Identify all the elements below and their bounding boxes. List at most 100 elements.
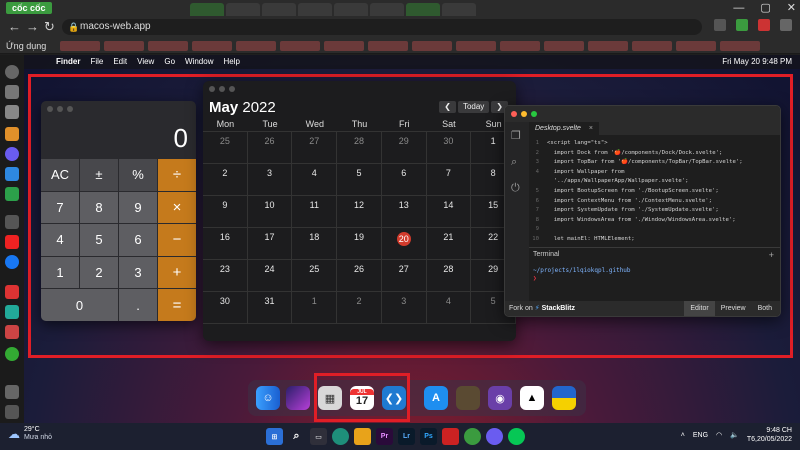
lightroom-icon[interactable]: Lr <box>398 428 415 445</box>
browser-tab[interactable] <box>298 3 332 16</box>
bookmark-item[interactable] <box>280 41 320 51</box>
key-clear[interactable]: AC <box>41 159 79 191</box>
key-2[interactable]: 2 <box>80 256 118 289</box>
weather-widget[interactable]: ☁ 29°C Mưa nhỏ <box>8 426 52 442</box>
key-divide[interactable]: ÷ <box>158 159 196 191</box>
calendar-day[interactable]: 10 <box>247 196 293 228</box>
close-button[interactable]: ✕ <box>787 0 796 16</box>
bookmark-item[interactable] <box>588 41 628 51</box>
files-icon[interactable]: ❐ <box>511 130 523 142</box>
add-icon[interactable] <box>5 215 19 229</box>
lang-indicator[interactable]: ENG <box>693 432 708 439</box>
menu-icon[interactable] <box>780 19 792 31</box>
bookmark-item[interactable] <box>456 41 496 51</box>
history-icon[interactable] <box>5 85 19 99</box>
calendar-day[interactable]: 31 <box>247 292 293 324</box>
bookmark-apps[interactable]: Ứng dụng <box>6 38 46 54</box>
zoom-dot-icon[interactable] <box>531 111 537 117</box>
url-input[interactable]: 🔒 macos-web.app <box>62 19 702 35</box>
volume-icon[interactable]: 🔈 <box>730 431 739 439</box>
today-button[interactable]: Today <box>457 101 490 113</box>
calendar-day[interactable]: 4 <box>426 292 472 324</box>
messenger-icon[interactable] <box>5 147 19 161</box>
taskbar-clock[interactable]: 9:48 CH T6,20/05/2022 <box>747 426 792 444</box>
github-icon[interactable]: ◉ <box>488 386 512 410</box>
key-4[interactable]: 4 <box>41 224 79 256</box>
menu-window[interactable]: Window <box>185 55 213 69</box>
calendar-day[interactable]: 2 <box>203 164 248 196</box>
calendar-day[interactable]: 25 <box>292 260 338 292</box>
key-8[interactable]: 8 <box>80 191 118 224</box>
cat-app-icon[interactable] <box>456 386 480 410</box>
code-area[interactable]: 1 <script lang="ts"> 2 import Dock from '🍎… <box>529 139 780 247</box>
calendar-day[interactable]: 14 <box>426 196 472 228</box>
appstore-icon[interactable]: A <box>424 386 448 410</box>
browser-tab[interactable] <box>442 3 476 16</box>
browser-tab[interactable] <box>262 3 296 16</box>
bookmark-item[interactable] <box>236 41 276 51</box>
key-1[interactable]: 1 <box>41 256 79 289</box>
finder-icon[interactable]: ☺ <box>256 386 280 410</box>
view-editor-button[interactable]: Editor <box>684 301 715 316</box>
back-arrow-icon[interactable]: ← <box>8 18 21 36</box>
game-icon[interactable] <box>5 187 19 201</box>
bookmark-item[interactable] <box>368 41 408 51</box>
key-5[interactable]: 5 <box>80 224 118 256</box>
calendar-day[interactable]: 28 <box>426 260 472 292</box>
key-multiply[interactable]: × <box>158 191 196 224</box>
menu-go[interactable]: Go <box>164 55 175 69</box>
browser-tab[interactable] <box>190 3 224 16</box>
calendar-day[interactable]: 7 <box>426 164 472 196</box>
ukraine-flag-icon[interactable] <box>552 386 576 410</box>
calendar-day[interactable]: 27 <box>292 132 338 164</box>
bookmark-item[interactable] <box>60 41 100 51</box>
search-icon[interactable]: ⌕ <box>288 428 305 445</box>
translate-icon[interactable] <box>714 19 726 31</box>
calendar-day[interactable]: 13 <box>381 196 427 228</box>
minimize-dot-icon[interactable] <box>219 86 225 92</box>
minimize-button[interactable]: — <box>733 0 744 16</box>
editor-titlebar[interactable] <box>505 106 780 122</box>
messenger-icon[interactable] <box>486 428 503 445</box>
more-icon[interactable] <box>5 405 19 419</box>
calendar-day[interactable]: 1 <box>292 292 338 324</box>
wifi-icon[interactable]: ◠ <box>716 431 722 439</box>
editor-tab[interactable]: Desktop.svelte × <box>529 122 599 135</box>
close-dot-icon[interactable] <box>511 111 517 117</box>
minimize-dot-icon[interactable] <box>57 106 63 112</box>
extension-icon[interactable] <box>758 19 770 31</box>
game-app-icon[interactable] <box>442 428 459 445</box>
bookmark-item[interactable] <box>544 41 584 51</box>
calendar-day[interactable]: 6 <box>381 164 427 196</box>
browser-tab[interactable] <box>370 3 404 16</box>
wallpaper-icon[interactable] <box>286 386 310 410</box>
calendar-day[interactable]: 16 <box>203 228 248 260</box>
calendar-day[interactable]: 30 <box>203 292 248 324</box>
bookmark-item[interactable] <box>192 41 232 51</box>
notes-icon[interactable] <box>5 105 19 119</box>
bookmark-item[interactable] <box>412 41 452 51</box>
maximize-button[interactable]: ▢ <box>760 0 770 16</box>
calendar-day[interactable]: 9 <box>203 196 248 228</box>
task-view-icon[interactable]: ▭ <box>310 428 327 445</box>
key-6[interactable]: 6 <box>119 224 157 256</box>
facebook-icon[interactable] <box>5 255 19 269</box>
key-7[interactable]: 7 <box>41 191 79 224</box>
calendar-day[interactable]: 24 <box>247 260 293 292</box>
bell-icon[interactable] <box>5 385 19 399</box>
edge-icon[interactable] <box>332 428 349 445</box>
chevron-up-icon[interactable]: ˄ <box>681 432 685 439</box>
premiere-icon[interactable]: Pr <box>376 428 393 445</box>
key-sign[interactable]: ± <box>80 159 118 191</box>
key-decimal[interactable]: . <box>119 289 157 321</box>
calendar-day[interactable]: 21 <box>426 228 472 260</box>
youtube-icon[interactable] <box>5 235 19 249</box>
calendar-day[interactable]: 3 <box>247 164 293 196</box>
prev-month-button[interactable]: ❮ <box>439 101 456 113</box>
key-percent[interactable]: % <box>119 159 157 191</box>
calendar-day[interactable]: 26 <box>337 260 382 292</box>
app-icon[interactable] <box>5 305 19 319</box>
bookmark-item[interactable] <box>148 41 188 51</box>
bookmark-item[interactable] <box>104 41 144 51</box>
close-dot-icon[interactable] <box>209 86 215 92</box>
